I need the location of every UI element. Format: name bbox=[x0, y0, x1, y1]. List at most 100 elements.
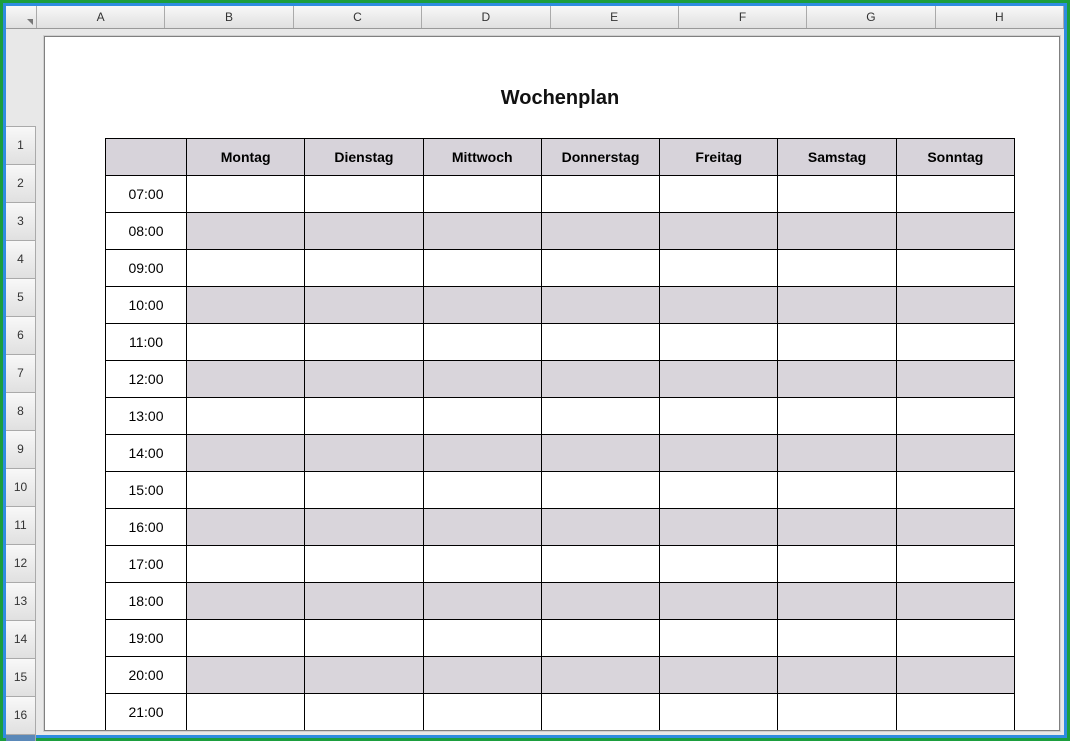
time-cell[interactable]: 09:00 bbox=[106, 250, 187, 287]
schedule-cell[interactable] bbox=[660, 398, 778, 435]
schedule-cell[interactable] bbox=[660, 324, 778, 361]
time-cell[interactable]: 15:00 bbox=[106, 472, 187, 509]
col-header[interactable]: D bbox=[422, 6, 550, 28]
time-cell[interactable]: 17:00 bbox=[106, 546, 187, 583]
schedule-cell[interactable] bbox=[187, 213, 305, 250]
time-cell[interactable]: 18:00 bbox=[106, 583, 187, 620]
row-header[interactable]: 6 bbox=[6, 316, 36, 354]
schedule-cell[interactable] bbox=[778, 176, 896, 213]
time-cell[interactable]: 13:00 bbox=[106, 398, 187, 435]
schedule-cell[interactable] bbox=[187, 176, 305, 213]
time-cell[interactable]: 10:00 bbox=[106, 287, 187, 324]
schedule-cell[interactable] bbox=[305, 657, 423, 694]
schedule-cell[interactable] bbox=[896, 324, 1014, 361]
schedule-cell[interactable] bbox=[541, 620, 659, 657]
time-cell[interactable]: 19:00 bbox=[106, 620, 187, 657]
schedule-cell[interactable] bbox=[541, 213, 659, 250]
schedule-cell[interactable] bbox=[305, 176, 423, 213]
schedule-cell[interactable] bbox=[187, 472, 305, 509]
time-cell[interactable]: 11:00 bbox=[106, 324, 187, 361]
schedule-cell[interactable] bbox=[660, 509, 778, 546]
schedule-cell[interactable] bbox=[896, 213, 1014, 250]
row-header[interactable]: 8 bbox=[6, 392, 36, 430]
schedule-cell[interactable] bbox=[896, 435, 1014, 472]
schedule-cell[interactable] bbox=[896, 620, 1014, 657]
schedule-cell[interactable] bbox=[660, 361, 778, 398]
schedule-cell[interactable] bbox=[305, 583, 423, 620]
col-header[interactable]: E bbox=[551, 6, 679, 28]
row-header[interactable]: 13 bbox=[6, 582, 36, 620]
time-cell[interactable]: 12:00 bbox=[106, 361, 187, 398]
schedule-cell[interactable] bbox=[778, 287, 896, 324]
schedule-cell[interactable] bbox=[660, 287, 778, 324]
schedule-cell[interactable] bbox=[305, 213, 423, 250]
schedule-cell[interactable] bbox=[660, 583, 778, 620]
schedule-cell[interactable] bbox=[423, 287, 541, 324]
col-header[interactable]: A bbox=[37, 6, 165, 28]
schedule-cell[interactable] bbox=[778, 620, 896, 657]
schedule-cell[interactable] bbox=[778, 509, 896, 546]
row-header[interactable]: 5 bbox=[6, 278, 36, 316]
schedule-cell[interactable] bbox=[423, 546, 541, 583]
col-header[interactable]: H bbox=[936, 6, 1064, 28]
schedule-cell[interactable] bbox=[187, 250, 305, 287]
schedule-cell[interactable] bbox=[305, 324, 423, 361]
row-header[interactable]: 2 bbox=[6, 164, 36, 202]
schedule-cell[interactable] bbox=[660, 657, 778, 694]
schedule-cell[interactable] bbox=[187, 435, 305, 472]
schedule-cell[interactable] bbox=[305, 435, 423, 472]
schedule-cell[interactable] bbox=[305, 287, 423, 324]
schedule-cell[interactable] bbox=[187, 583, 305, 620]
schedule-cell[interactable] bbox=[660, 213, 778, 250]
schedule-cell[interactable] bbox=[187, 694, 305, 731]
time-cell[interactable]: 08:00 bbox=[106, 213, 187, 250]
schedule-cell[interactable] bbox=[187, 361, 305, 398]
schedule-cell[interactable] bbox=[305, 398, 423, 435]
schedule-cell[interactable] bbox=[778, 213, 896, 250]
schedule-cell[interactable] bbox=[896, 472, 1014, 509]
schedule-cell[interactable] bbox=[778, 324, 896, 361]
schedule-cell[interactable] bbox=[423, 694, 541, 731]
schedule-cell[interactable] bbox=[541, 583, 659, 620]
schedule-cell[interactable] bbox=[305, 361, 423, 398]
schedule-cell[interactable] bbox=[541, 176, 659, 213]
time-cell[interactable]: 20:00 bbox=[106, 657, 187, 694]
time-cell[interactable]: 14:00 bbox=[106, 435, 187, 472]
schedule-cell[interactable] bbox=[778, 472, 896, 509]
schedule-cell[interactable] bbox=[778, 694, 896, 731]
schedule-cell[interactable] bbox=[778, 657, 896, 694]
schedule-cell[interactable] bbox=[660, 546, 778, 583]
schedule-cell[interactable] bbox=[896, 731, 1014, 732]
time-cell[interactable]: 21:00 bbox=[106, 694, 187, 731]
col-header[interactable]: G bbox=[807, 6, 935, 28]
schedule-cell[interactable] bbox=[305, 620, 423, 657]
schedule-cell[interactable] bbox=[423, 509, 541, 546]
time-cell[interactable]: 16:00 bbox=[106, 509, 187, 546]
col-header[interactable]: C bbox=[294, 6, 422, 28]
schedule-cell[interactable] bbox=[778, 361, 896, 398]
schedule-cell[interactable] bbox=[423, 176, 541, 213]
row-header[interactable]: 10 bbox=[6, 468, 36, 506]
row-header[interactable]: 15 bbox=[6, 658, 36, 696]
schedule-cell[interactable] bbox=[423, 250, 541, 287]
schedule-cell[interactable] bbox=[187, 657, 305, 694]
schedule-cell[interactable] bbox=[541, 546, 659, 583]
schedule-cell[interactable] bbox=[896, 509, 1014, 546]
schedule-cell[interactable] bbox=[541, 694, 659, 731]
schedule-cell[interactable] bbox=[305, 694, 423, 731]
row-header[interactable]: 4 bbox=[6, 240, 36, 278]
schedule-cell[interactable] bbox=[187, 398, 305, 435]
schedule-cell[interactable] bbox=[896, 176, 1014, 213]
schedule-cell[interactable] bbox=[541, 509, 659, 546]
schedule-cell[interactable] bbox=[187, 287, 305, 324]
schedule-cell[interactable] bbox=[896, 583, 1014, 620]
row-header[interactable]: 7 bbox=[6, 354, 36, 392]
schedule-cell[interactable] bbox=[896, 287, 1014, 324]
schedule-cell[interactable] bbox=[305, 472, 423, 509]
schedule-cell[interactable] bbox=[541, 435, 659, 472]
schedule-cell[interactable] bbox=[305, 250, 423, 287]
schedule-cell[interactable] bbox=[541, 398, 659, 435]
schedule-cell[interactable] bbox=[660, 472, 778, 509]
schedule-cell[interactable] bbox=[305, 731, 423, 732]
schedule-cell[interactable] bbox=[660, 694, 778, 731]
